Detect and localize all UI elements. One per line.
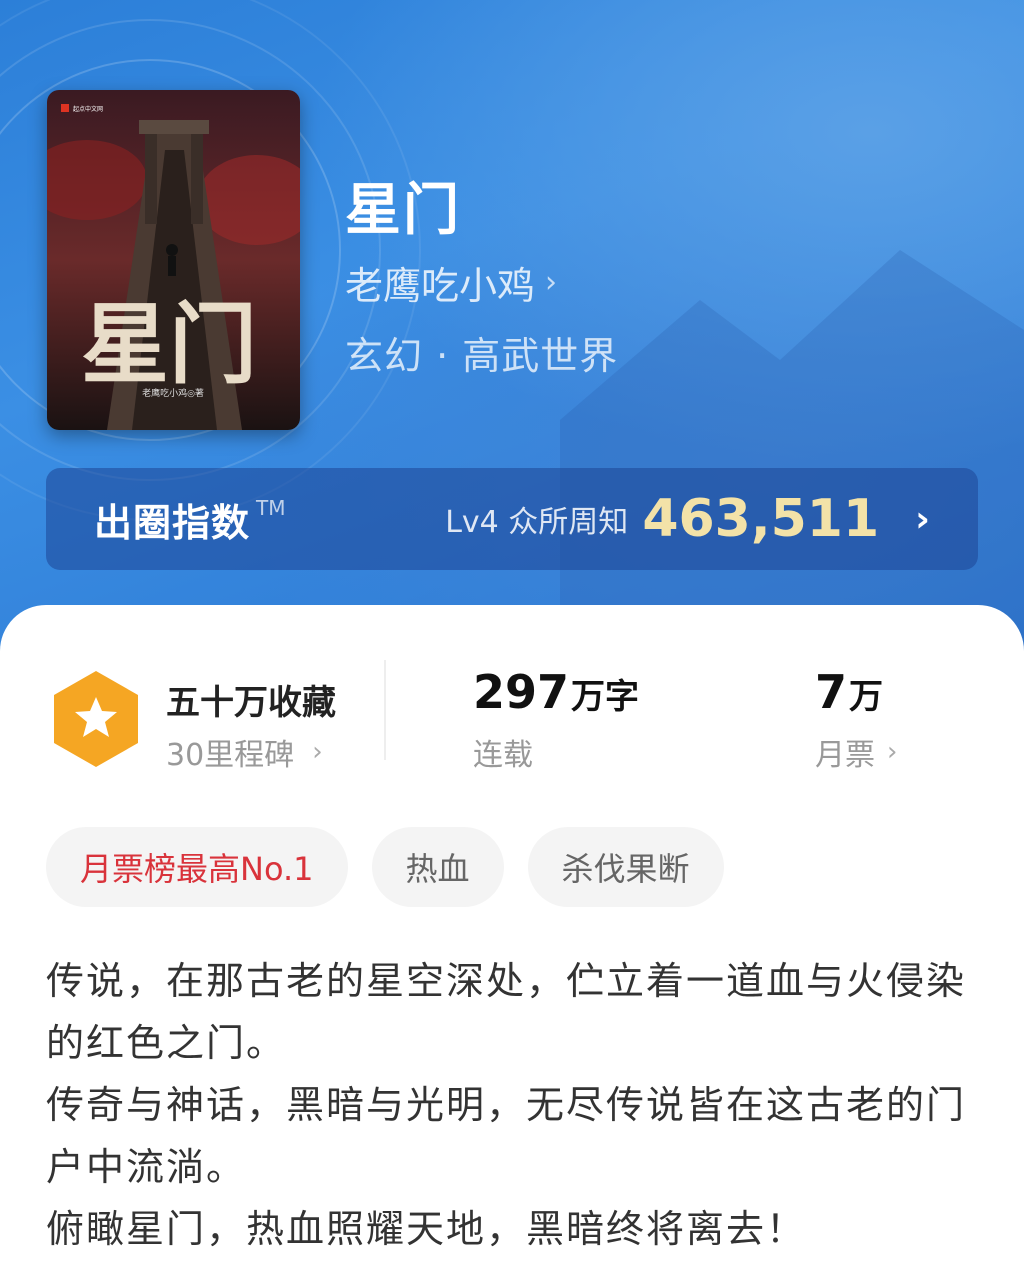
word-count: 297 万字 [473, 665, 639, 719]
stats-row: 五十万收藏 30里程碑 › 297 万字 连载 7 万 月票 › [0, 655, 1024, 785]
tag-ranking[interactable]: 月票榜最高No.1 [46, 827, 348, 907]
author-name: 老鹰吃小鸡 [345, 264, 536, 308]
collection-milestone-link[interactable]: 30里程碑 › [166, 730, 323, 774]
description-paragraph: 传奇与神话，黑暗与光明，无尽传说皆在这古老的门户中流淌。 [46, 1083, 967, 1189]
collection-title: 五十万收藏 [166, 683, 336, 723]
cover-publisher: 起点中文网 [73, 105, 103, 113]
index-label: 出圈指数 [94, 500, 251, 545]
collection-sub: 30里程碑 [166, 738, 295, 773]
divider [384, 660, 386, 760]
chevron-right-icon: › [887, 737, 898, 767]
tag-list: 月票榜最高No.1 热血 杀伐果断 [46, 827, 724, 907]
tickets-sub: 月票 [815, 738, 875, 773]
book-cover[interactable]: 星门 老鹰吃小鸡◎著 起点中文网 [47, 90, 300, 430]
chevron-right-icon: › [545, 265, 558, 300]
index-level: Lv4 众所周知 [445, 505, 629, 540]
tag-hot-blooded[interactable]: 热血 [371, 827, 504, 907]
tag-decisive[interactable]: 杀伐果断 [527, 827, 724, 907]
star-badge-icon [54, 671, 138, 767]
monthly-tickets-count: 7 万 [815, 665, 883, 719]
chevron-right-icon: › [312, 737, 323, 767]
book-description[interactable]: 传说，在那古老的星空深处，伫立着一道血与火侵染的红色之门。 传奇与神话，黑暗与光… [46, 950, 976, 1260]
book-header: 星门 老鹰吃小鸡◎著 起点中文网 星门 老鹰吃小鸡 › 玄幻 · 高武世界 出圈… [0, 0, 1024, 660]
serial-status: 连载 [473, 738, 533, 773]
tickets-unit: 万 [849, 677, 884, 717]
chevron-right-icon: › [915, 498, 930, 540]
index-value: 463,511 [642, 489, 880, 549]
monthly-tickets-link[interactable]: 月票 › [815, 730, 897, 774]
word-count-number: 297 [473, 665, 570, 719]
popularity-index-bar[interactable]: 出圈指数 TM Lv4 众所周知 463,511 › [46, 468, 978, 570]
book-title: 星门 [345, 178, 461, 243]
trademark-mark: TM [256, 495, 286, 520]
genre-label: 玄幻 · 高武世界 [345, 334, 619, 378]
cover-title: 星门 [81, 292, 257, 396]
book-detail-sheet: 五十万收藏 30里程碑 › 297 万字 连载 7 万 月票 › 月票榜最高No… [0, 605, 1024, 1280]
publisher-logo-icon [61, 104, 69, 112]
word-count-unit: 万字 [571, 677, 640, 717]
description-paragraph: 传说，在那古老的星空深处，伫立着一道血与火侵染的红色之门。 [46, 959, 967, 1065]
author-link[interactable]: 老鹰吃小鸡 › [345, 255, 557, 310]
cover-author: 老鹰吃小鸡◎著 [142, 387, 204, 399]
description-paragraph: 俯瞰星门，热血照耀天地，黑暗终将离去！ [46, 1207, 807, 1251]
tickets-number: 7 [815, 665, 848, 719]
